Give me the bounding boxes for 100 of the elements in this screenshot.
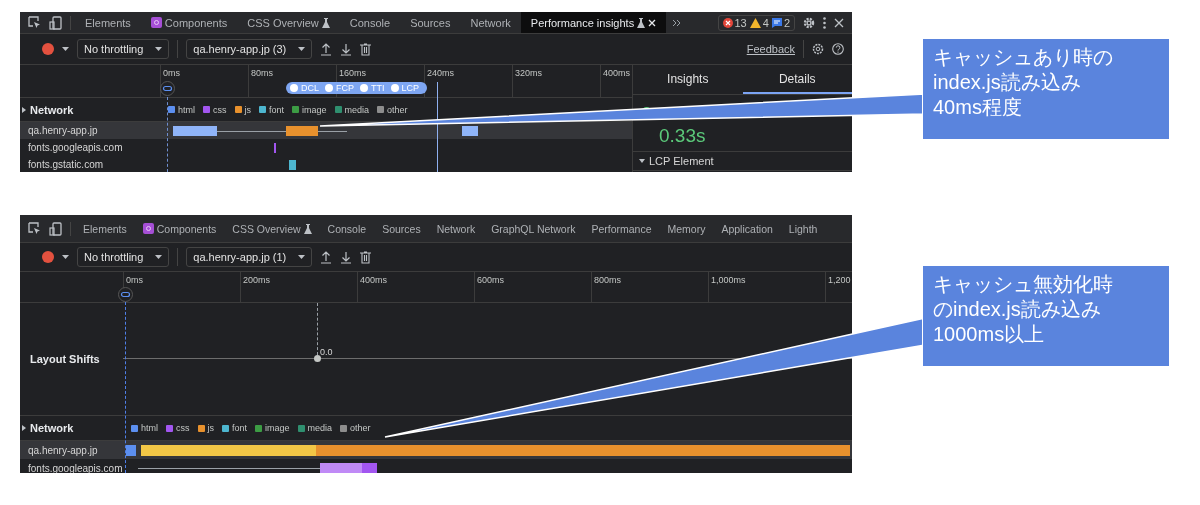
inspect-icon[interactable] bbox=[28, 16, 41, 29]
legend-label: html bbox=[178, 104, 195, 115]
more-options-icon[interactable] bbox=[823, 16, 826, 29]
time-tick: 80ms bbox=[251, 68, 273, 78]
time-tick: 1,200 bbox=[828, 275, 851, 285]
time-tick: 800ms bbox=[594, 275, 621, 285]
legend-label: font bbox=[232, 423, 248, 433]
panel-tab[interactable]: Network bbox=[460, 12, 521, 33]
delete-icon[interactable] bbox=[360, 250, 372, 264]
time-tick: 200ms bbox=[243, 275, 270, 285]
download-icon[interactable] bbox=[340, 42, 353, 56]
link-icon[interactable] bbox=[118, 287, 133, 302]
link-icon[interactable] bbox=[160, 81, 175, 96]
upload-icon[interactable] bbox=[320, 42, 333, 56]
throttling-select[interactable]: No throttling bbox=[77, 39, 170, 59]
panel-tab[interactable]: Performance insights bbox=[520, 12, 667, 33]
error-count[interactable]: 13 bbox=[722, 16, 747, 29]
time-tick: 160ms bbox=[339, 68, 366, 78]
host-label: fonts.gstatic.com bbox=[28, 159, 104, 170]
legend-label: image bbox=[302, 104, 327, 115]
caret-icon bbox=[298, 255, 306, 259]
warning-count[interactable]: 4 bbox=[749, 16, 769, 29]
recording-select[interactable]: qa.henry-app.jp (3) bbox=[186, 39, 313, 59]
panel-tab[interactable]: CSS Overview bbox=[237, 12, 340, 33]
recording-select[interactable]: qa.henry-app.jp (1) bbox=[186, 247, 313, 267]
record-icon[interactable] bbox=[42, 251, 54, 263]
expand-icon[interactable] bbox=[21, 106, 27, 113]
legend-label: media bbox=[344, 104, 370, 115]
expand-icon[interactable] bbox=[21, 425, 27, 431]
throttling-select[interactable]: No throttling bbox=[77, 247, 170, 267]
panel-tab[interactable]: Elements bbox=[75, 12, 141, 33]
legend-label: html bbox=[141, 423, 158, 433]
panel-tab[interactable]: Lighth bbox=[780, 215, 826, 242]
more-tabs-icon[interactable] bbox=[672, 18, 682, 27]
warning-icon bbox=[749, 17, 761, 28]
caret-icon bbox=[298, 47, 306, 51]
panel-tab[interactable]: Sources bbox=[400, 12, 461, 33]
components-icon bbox=[150, 17, 162, 28]
host-label: qa.henry-app.jp bbox=[28, 125, 98, 136]
caret-icon bbox=[155, 47, 163, 51]
section-label: Network bbox=[30, 103, 74, 116]
section-label: Network bbox=[30, 422, 74, 434]
download-icon[interactable] bbox=[340, 250, 353, 264]
panel-tab[interactable]: Memory bbox=[659, 215, 714, 242]
host-label: qa.henry-app.jp bbox=[28, 444, 98, 456]
panel-tab[interactable]: Performance bbox=[583, 215, 660, 242]
callout-line: のindex.js読み込み bbox=[933, 298, 1101, 320]
panel-tab[interactable]: Components bbox=[134, 215, 225, 242]
record-icon[interactable] bbox=[42, 43, 54, 55]
host-label: fonts.googleapis.com bbox=[28, 462, 123, 473]
panel-tab[interactable]: GraphQL Network bbox=[483, 215, 584, 242]
close-icon[interactable] bbox=[834, 17, 844, 28]
network-row[interactable]: fonts.gstatic.com bbox=[20, 156, 632, 172]
panel-tab[interactable]: CSS Overview bbox=[224, 215, 320, 242]
details-tab[interactable]: Insights bbox=[633, 65, 743, 94]
panel-tab[interactable]: Console bbox=[339, 12, 401, 33]
flask-icon bbox=[637, 17, 646, 28]
disclosure-icon[interactable] bbox=[639, 158, 645, 164]
time-tick: 600ms bbox=[477, 275, 504, 285]
legend-label: css bbox=[213, 104, 227, 115]
device-icon[interactable] bbox=[49, 221, 62, 236]
delete-icon[interactable] bbox=[360, 42, 372, 56]
time-tick: 320ms bbox=[515, 68, 542, 78]
section-header[interactable]: LCP Element bbox=[633, 151, 852, 171]
legend-label: image bbox=[265, 423, 290, 433]
caret-icon bbox=[155, 255, 163, 259]
device-icon[interactable] bbox=[49, 15, 62, 30]
details-tab[interactable]: Details bbox=[742, 65, 852, 94]
panel-tab[interactable]: Components bbox=[140, 12, 238, 33]
time-tick: 1,000ms bbox=[711, 275, 746, 285]
panel-tab[interactable]: Console bbox=[319, 215, 375, 242]
inspect-icon[interactable] bbox=[28, 222, 41, 235]
network-row[interactable]: fonts.googleapis.com bbox=[20, 459, 852, 473]
flask-icon bbox=[321, 17, 330, 28]
callout-line: 1000ms以上 bbox=[933, 323, 1045, 345]
record-menu-icon bbox=[62, 255, 69, 259]
shift-guide-line bbox=[317, 303, 318, 355]
shift-point[interactable] bbox=[314, 355, 321, 362]
panel-tab[interactable]: Elements bbox=[75, 215, 135, 242]
network-row[interactable]: fonts.googleapis.com bbox=[20, 139, 632, 156]
legend-label: other bbox=[387, 104, 408, 115]
panel-tab[interactable]: Sources bbox=[374, 215, 429, 242]
legend-label: js bbox=[207, 423, 214, 433]
time-tick: 240ms bbox=[427, 68, 454, 78]
help-icon[interactable] bbox=[832, 43, 844, 55]
time-tick: 400ms bbox=[603, 68, 630, 78]
message-count[interactable]: 2 bbox=[771, 16, 790, 29]
time-tick: 400ms bbox=[360, 275, 387, 285]
record-menu-icon bbox=[62, 47, 69, 51]
feedback-link[interactable]: Feedback bbox=[746, 43, 795, 55]
components-icon bbox=[142, 223, 154, 234]
settings-icon[interactable] bbox=[812, 43, 824, 55]
settings-icon[interactable] bbox=[803, 16, 815, 29]
error-icon bbox=[722, 17, 733, 28]
callout-line: キャッシュあり時の bbox=[933, 46, 1113, 68]
host-label: fonts.googleapis.com bbox=[28, 142, 123, 153]
upload-icon[interactable] bbox=[320, 250, 333, 264]
panel-tab[interactable]: Application bbox=[713, 215, 781, 242]
panel-tab[interactable]: Network bbox=[428, 215, 484, 242]
legend-label: css bbox=[176, 423, 190, 433]
